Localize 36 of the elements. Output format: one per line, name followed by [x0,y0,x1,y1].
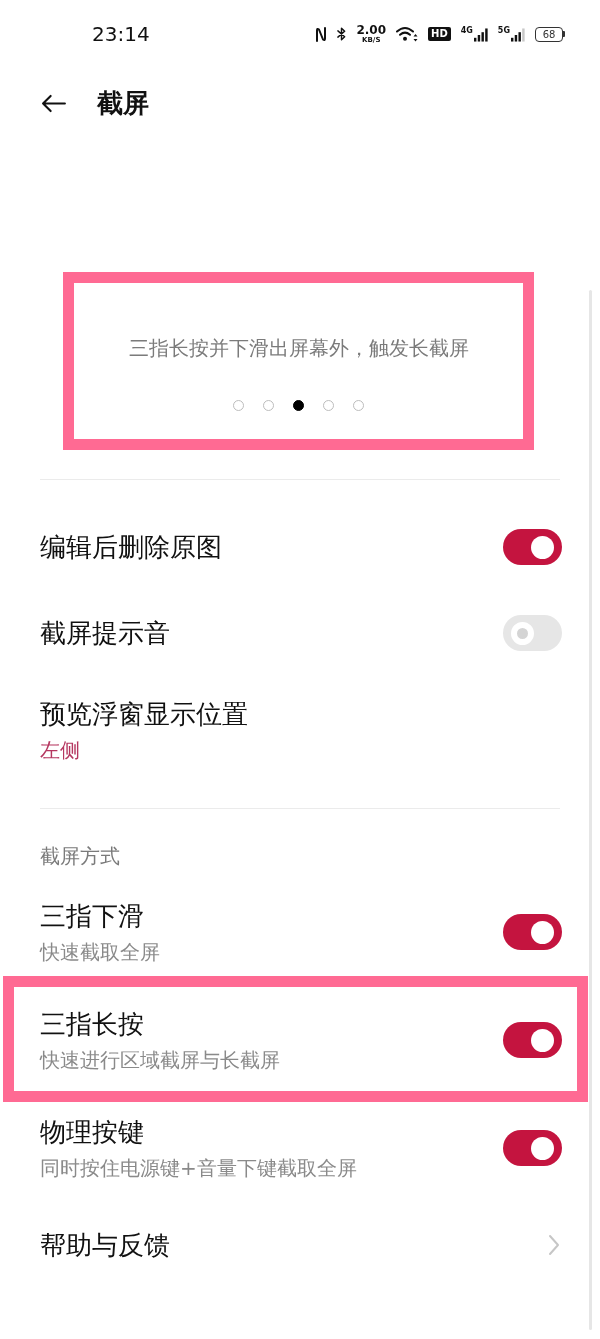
wifi-icon [396,26,419,42]
page-indicator-dot[interactable] [233,400,244,411]
status-time: 23:14 [92,22,150,46]
setting-title: 三指下滑 [40,900,144,933]
signal-icon [473,28,488,42]
page-title: 截屏 [97,87,149,120]
page-indicator-dot[interactable] [323,400,334,411]
setting-description: 快速截取全屏 [40,939,160,966]
toggle-switch[interactable] [503,1022,562,1058]
network-speed-value: 2.00 [356,24,387,36]
page-indicator-dot[interactable] [293,400,304,411]
setting-title[interactable]: 预览浮窗显示位置 [40,696,248,732]
toggle-switch[interactable] [503,615,562,651]
setting-title: 编辑后删除原图 [40,531,222,564]
setting-title[interactable]: 帮助与反馈 [40,1227,170,1263]
battery-indicator: 68 [535,26,565,42]
setting-title: 截屏提示音 [40,617,170,650]
carousel-caption: 三指长按并下滑出屏幕外，触发长截屏 [128,335,469,362]
network-type-label: 5G [497,26,510,35]
setting-description: 快速进行区域截屏与长截屏 [40,1047,280,1074]
back-arrow-icon[interactable] [40,93,67,113]
nfc-icon [315,26,328,42]
setting-value: 左侧 [40,737,80,764]
bluetooth-icon [337,26,347,42]
network-type-label: 4G [460,26,473,35]
setting-title: 三指长按 [40,1008,144,1041]
signal-icon [511,28,525,42]
setting-description: 同时按住电源键+音量下键截取全屏 [40,1155,357,1182]
section-header: 截屏方式 [40,843,120,870]
toggle-switch[interactable] [503,1130,562,1166]
toggle-switch[interactable] [503,529,562,565]
page-indicator-dot[interactable] [263,400,274,411]
hd-badge: HD [428,27,451,41]
page-indicator-dot[interactable] [353,400,364,411]
toggle-switch[interactable] [503,914,562,950]
setting-title: 物理按键 [40,1116,144,1149]
